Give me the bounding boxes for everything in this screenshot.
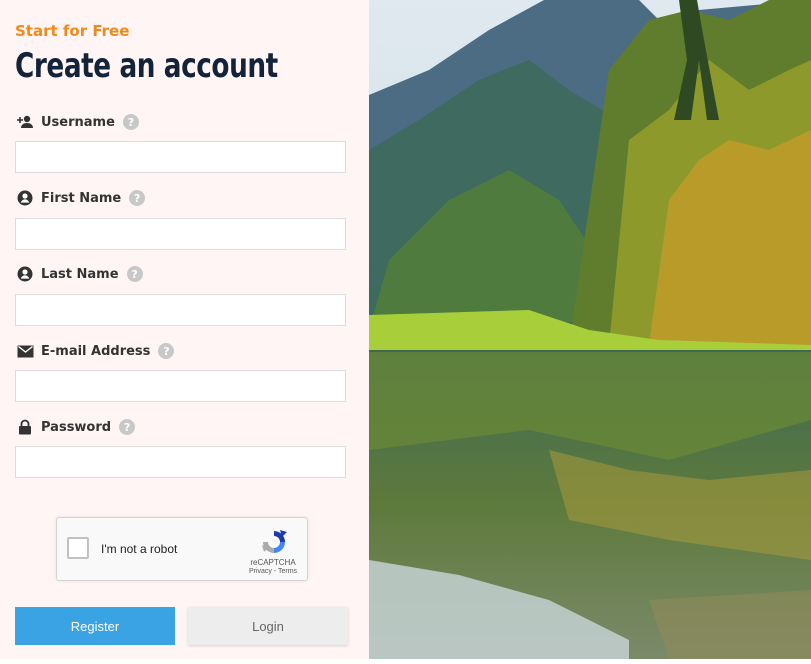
- first-name-label: First Name: [41, 190, 122, 206]
- first-name-label-row: First Name ?: [15, 188, 146, 208]
- recaptcha-checkbox[interactable]: [67, 537, 89, 559]
- email-label-row: E-mail Address ?: [15, 341, 175, 361]
- last-name-help-icon[interactable]: ?: [126, 266, 143, 282]
- person-icon: [15, 265, 35, 283]
- landscape-image: [369, 0, 811, 659]
- tagline: Start for Free: [15, 22, 130, 40]
- username-label-row: Username ?: [15, 112, 139, 132]
- add-user-icon: [15, 113, 35, 131]
- email-input[interactable]: [15, 370, 346, 402]
- username-input[interactable]: [15, 141, 346, 173]
- register-button[interactable]: Register: [15, 607, 175, 645]
- username-help-icon[interactable]: ?: [122, 114, 139, 130]
- username-label: Username: [41, 114, 115, 130]
- last-name-input[interactable]: [15, 294, 346, 326]
- person-icon: [15, 189, 35, 207]
- first-name-help-icon[interactable]: ?: [129, 190, 146, 206]
- registration-panel: Start for Free Create an account Usernam…: [0, 0, 369, 659]
- last-name-label: Last Name: [41, 266, 119, 282]
- lock-icon: [15, 418, 35, 436]
- email-label: E-mail Address: [41, 343, 151, 359]
- recaptcha-privacy-terms[interactable]: Privacy - Terms: [243, 568, 303, 575]
- password-input[interactable]: [15, 446, 346, 478]
- page-title: Create an account: [15, 46, 278, 86]
- password-label: Password: [41, 419, 112, 435]
- password-label-row: Password ?: [15, 417, 136, 437]
- recaptcha-widget: I'm not a robot reCAPTCHA Privacy - Term…: [56, 517, 308, 581]
- recaptcha-label: I'm not a robot: [101, 542, 178, 556]
- last-name-label-row: Last Name ?: [15, 264, 143, 284]
- recaptcha-brand: reCAPTCHA: [250, 558, 296, 567]
- envelope-icon: [15, 342, 35, 360]
- email-help-icon[interactable]: ?: [158, 343, 175, 359]
- password-help-icon[interactable]: ?: [119, 419, 136, 435]
- recaptcha-logo-icon: [260, 528, 288, 556]
- first-name-input[interactable]: [15, 218, 346, 250]
- login-button[interactable]: Login: [188, 607, 348, 645]
